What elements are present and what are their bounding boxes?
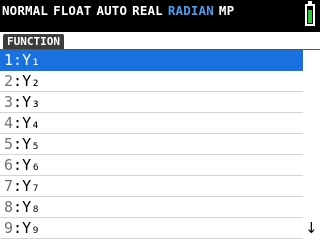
menu-item-label: Y₅ [22, 135, 41, 153]
menu-item-label: Y₉ [22, 219, 41, 237]
mode-radian: RADIAN [167, 3, 214, 18]
tab-strip: FUNCTION [0, 32, 320, 50]
mode-auto: AUTO [96, 3, 128, 18]
menu-item-y7[interactable]: 7:Y₇ [0, 176, 303, 197]
menu-item-number: 2 [4, 72, 14, 90]
menu-item-y5[interactable]: 5:Y₅ [0, 134, 303, 155]
menu-item-y2[interactable]: 2:Y₂ [0, 71, 303, 92]
mode-line: NORMAL FLOAT AUTO REAL RADIAN MP [2, 3, 239, 18]
menu-item-label: Y₇ [22, 177, 41, 195]
menu-item-number: 7 [4, 177, 14, 195]
tab-function[interactable]: FUNCTION [3, 34, 64, 49]
mode-float: FLOAT [53, 3, 92, 18]
menu-item-label: Y₁ [22, 51, 41, 69]
menu-item-separator: : [13, 198, 23, 216]
menu-item-number: 8 [4, 198, 14, 216]
mode-normal: NORMAL [2, 3, 49, 18]
menu-item-separator: : [13, 219, 23, 237]
menu-item-label: Y₃ [22, 93, 41, 111]
menu-item-separator: : [13, 51, 23, 69]
menu-item-number: 6 [4, 156, 14, 174]
arrow-down-icon: ↓ [305, 219, 318, 237]
menu-item-y8[interactable]: 8:Y₈ [0, 197, 303, 218]
menu-item-y9[interactable]: 9:Y₉ [0, 218, 303, 239]
menu-item-label: Y₈ [22, 198, 41, 216]
menu-item-number: 5 [4, 135, 14, 153]
menu-item-label: Y₆ [22, 156, 41, 174]
menu-item-y1[interactable]: 1:Y₁ [0, 50, 303, 71]
menu-item-label: Y₂ [22, 72, 41, 90]
menu-item-separator: : [13, 93, 23, 111]
menu-item-number: 1 [4, 51, 14, 69]
menu-item-y4[interactable]: 4:Y₄ [0, 113, 303, 134]
menu-item-label: Y₄ [22, 114, 41, 132]
menu-item-number: 4 [4, 114, 14, 132]
menu-item-separator: : [13, 177, 23, 195]
status-bar: NORMAL FLOAT AUTO REAL RADIAN MP [0, 0, 320, 32]
menu-item-separator: : [13, 156, 23, 174]
mode-mp: MP [218, 3, 235, 18]
menu-item-separator: : [13, 72, 23, 90]
menu-item-separator: : [13, 114, 23, 132]
battery-icon [305, 1, 315, 26]
menu-item-y6[interactable]: 6:Y₆ [0, 155, 303, 176]
battery-level [308, 10, 312, 23]
menu-item-number: 3 [4, 93, 14, 111]
mode-real: REAL [132, 3, 163, 18]
menu-item-separator: : [13, 135, 23, 153]
menu-item-number: 9 [4, 219, 14, 237]
menu-item-y3[interactable]: 3:Y₃ [0, 92, 303, 113]
function-menu-list: 1:Y₁ 2:Y₂ 3:Y₃ 4:Y₄ 5:Y₅ 6:Y₆ 7:Y₇ 8:Y₈ 9:Y₉ [0, 50, 303, 239]
